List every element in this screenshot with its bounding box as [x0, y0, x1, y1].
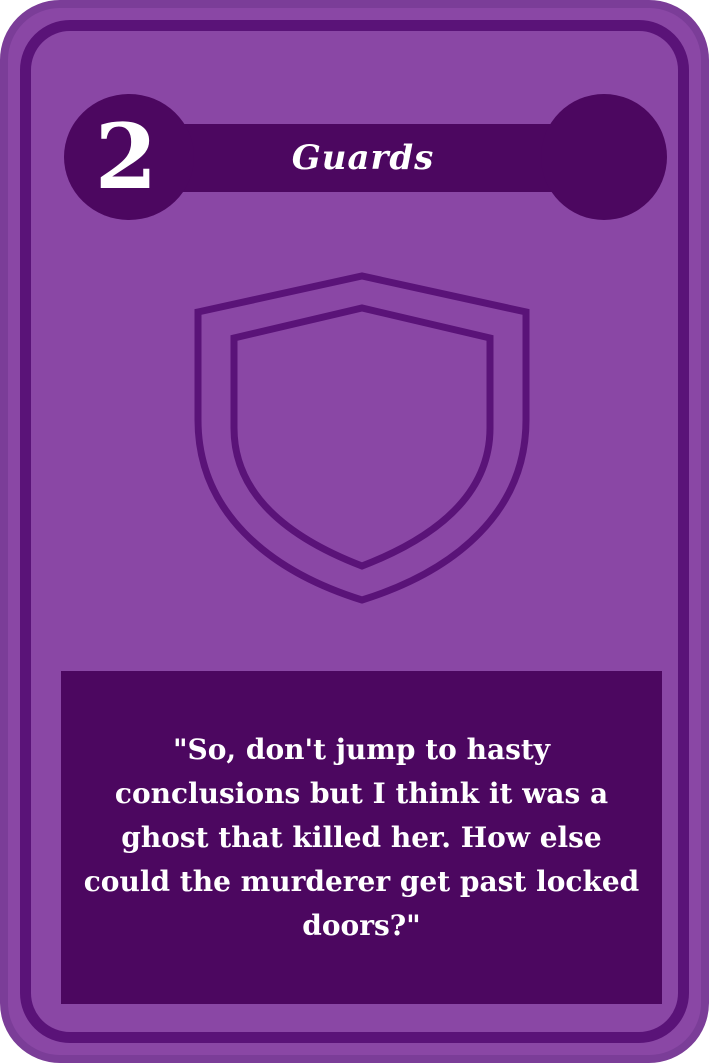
card-number: 2 [94, 104, 158, 210]
quote-panel: "So, don't jump to hasty conclusions but… [61, 671, 662, 1004]
banner-end-circle [541, 94, 667, 220]
flavor-quote: "So, don't jump to hasty conclusions but… [83, 732, 640, 942]
shield-icon [194, 272, 530, 604]
card-title: Guards [291, 138, 435, 178]
game-card[interactable]: 2 Guards "So, don't jump to hasty conclu… [0, 0, 709, 1063]
